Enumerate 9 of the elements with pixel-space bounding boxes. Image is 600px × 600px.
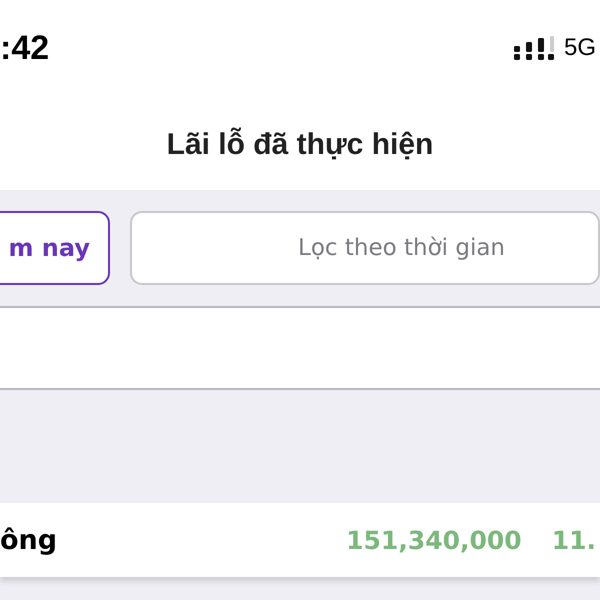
profit-value: 151,340,000: [346, 526, 522, 554]
network-label: 5G: [564, 34, 596, 62]
status-time: :42: [0, 28, 50, 68]
page-title: Lãi lỗ đã thực hiện: [166, 128, 434, 162]
signal-icon: [514, 36, 554, 60]
row-label: ông: [0, 524, 58, 556]
profit-value: 11.: [552, 526, 596, 554]
date-filter-field[interactable]: Lọc theo thời gian: [130, 211, 600, 285]
period-tab[interactable]: m nay: [0, 211, 110, 285]
